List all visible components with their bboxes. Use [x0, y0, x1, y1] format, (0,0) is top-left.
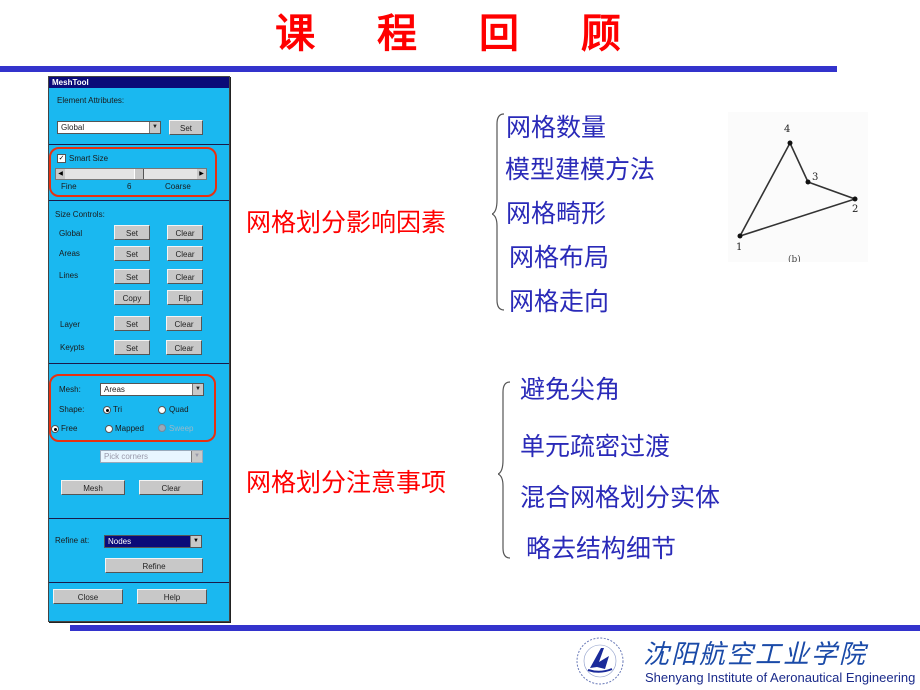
lines-set-button[interactable]: Set [114, 269, 150, 284]
factor-item: 模型建模方法 [505, 155, 656, 184]
close-button[interactable]: Close [53, 589, 123, 604]
quad-element-diagram: 1 2 3 4 (b) [728, 112, 868, 262]
shape-quad-radio[interactable] [158, 406, 166, 414]
diagram-caption: (b) [788, 254, 801, 262]
slider-thumb[interactable] [133, 169, 144, 179]
meshtool-titlebar[interactable]: MeshTool [49, 77, 229, 88]
institution-logo-block: 沈阳航空工业学院 Shenyang Institute of Aeronauti… [575, 634, 920, 690]
method-mapped-radio[interactable] [105, 425, 113, 433]
node-label: 4 [784, 124, 790, 135]
factors-heading: 网格划分影响因素 [246, 208, 447, 237]
method-free-radio[interactable] [51, 425, 59, 433]
mesh-label: Mesh: [59, 385, 81, 394]
note-item: 略去结构细节 [526, 534, 677, 563]
node-3 [805, 179, 811, 185]
notes-heading: 网格划分注意事项 [246, 468, 447, 497]
lines-clear-button[interactable]: Clear [167, 269, 203, 284]
node-label: 2 [852, 204, 858, 215]
element-attributes-label: Element Attributes: [57, 96, 125, 105]
slide-title: 课 程 回 顾 [275, 10, 645, 57]
lines-copy-button[interactable]: Copy [114, 290, 150, 305]
shape-tri-radio[interactable] [103, 406, 111, 414]
smart-size-checkbox[interactable]: ✓ [57, 154, 66, 163]
slider-max-label: Coarse [165, 182, 191, 191]
smart-size-label: Smart Size [69, 154, 109, 163]
separator [49, 518, 229, 519]
chevron-down-icon: ▼ [192, 384, 203, 395]
method-free-label: Free [61, 424, 78, 433]
global-set-button[interactable]: Set [114, 225, 150, 240]
shape-label: Shape: [59, 405, 85, 414]
refine-at-select[interactable]: Nodes ▼ [104, 535, 202, 548]
size-control-label: Global [59, 229, 83, 238]
areas-set-button[interactable]: Set [114, 246, 150, 261]
note-item: 避免尖角 [520, 375, 621, 404]
slider-value-label: 6 [127, 182, 132, 191]
size-control-label: Layer [60, 320, 81, 329]
size-control-label: Areas [59, 249, 80, 258]
factor-item: 网格畸形 [506, 199, 607, 228]
factor-item: 网格布局 [509, 243, 610, 272]
smart-size-slider[interactable]: ◀ ▶ [55, 168, 207, 180]
keypts-set-button[interactable]: Set [114, 340, 150, 355]
element-attributes-set-button[interactable]: Set [169, 120, 203, 135]
refine-at-value: Nodes [108, 537, 132, 546]
keypts-clear-button[interactable]: Clear [166, 340, 202, 355]
pick-corners-select: Pick corners ▼ [100, 450, 203, 463]
element-attributes-value: Global [61, 123, 85, 132]
shape-tri-label: Tri [113, 405, 123, 414]
separator [49, 582, 229, 583]
mesh-entity-select[interactable]: Areas ▼ [100, 383, 204, 396]
notes-brace [498, 381, 511, 559]
element-attributes-select[interactable]: Global ▼ [57, 121, 161, 134]
title-divider [0, 66, 837, 72]
mesh-clear-button[interactable]: Clear [139, 480, 203, 495]
diagram-background [728, 112, 868, 262]
slider-right-arrow-icon[interactable]: ▶ [197, 169, 206, 179]
shape-quad-label: Quad [169, 405, 189, 414]
meshtool-dialog: MeshTool Element Attributes: Global ▼ Se… [48, 76, 230, 622]
slider-min-label: Fine [61, 182, 77, 191]
separator [49, 363, 229, 364]
factor-item: 网格走向 [509, 287, 610, 316]
method-sweep-label: Sweep [169, 424, 194, 433]
size-controls-label: Size Controls: [55, 210, 105, 219]
factor-item: 网格数量 [506, 113, 607, 142]
layer-set-button[interactable]: Set [114, 316, 150, 331]
refine-button[interactable]: Refine [105, 558, 203, 573]
note-item: 单元疏密过渡 [520, 432, 671, 461]
institution-name-english: Shenyang Institute of Aeronautical Engin… [645, 670, 916, 685]
node-1 [737, 233, 743, 239]
layer-clear-button[interactable]: Clear [166, 316, 202, 331]
mesh-entity-value: Areas [104, 385, 125, 394]
institution-emblem-icon [576, 637, 624, 685]
separator [49, 200, 229, 201]
help-button[interactable]: Help [137, 589, 207, 604]
footer-divider [70, 625, 920, 631]
node-label: 3 [812, 172, 818, 183]
method-mapped-label: Mapped [115, 424, 144, 433]
chevron-down-icon: ▼ [149, 122, 160, 133]
areas-clear-button[interactable]: Clear [167, 246, 203, 261]
lines-flip-button[interactable]: Flip [167, 290, 203, 305]
institution-name-chinese: 沈阳航空工业学院 [643, 640, 868, 670]
node-label: 1 [736, 242, 742, 253]
global-clear-button[interactable]: Clear [167, 225, 203, 240]
chevron-down-icon: ▼ [190, 536, 201, 547]
pick-corners-value: Pick corners [104, 452, 149, 461]
size-control-label: Keypts [60, 343, 85, 352]
separator [49, 144, 229, 145]
chevron-down-icon: ▼ [191, 451, 202, 462]
size-control-label: Lines [59, 271, 79, 280]
node-2 [852, 196, 858, 202]
refine-at-label: Refine at: [55, 536, 90, 545]
slider-left-arrow-icon[interactable]: ◀ [56, 169, 65, 179]
method-sweep-radio [158, 424, 166, 432]
mesh-button[interactable]: Mesh [61, 480, 125, 495]
node-4 [787, 140, 793, 146]
note-item: 混合网格划分实体 [520, 483, 721, 512]
